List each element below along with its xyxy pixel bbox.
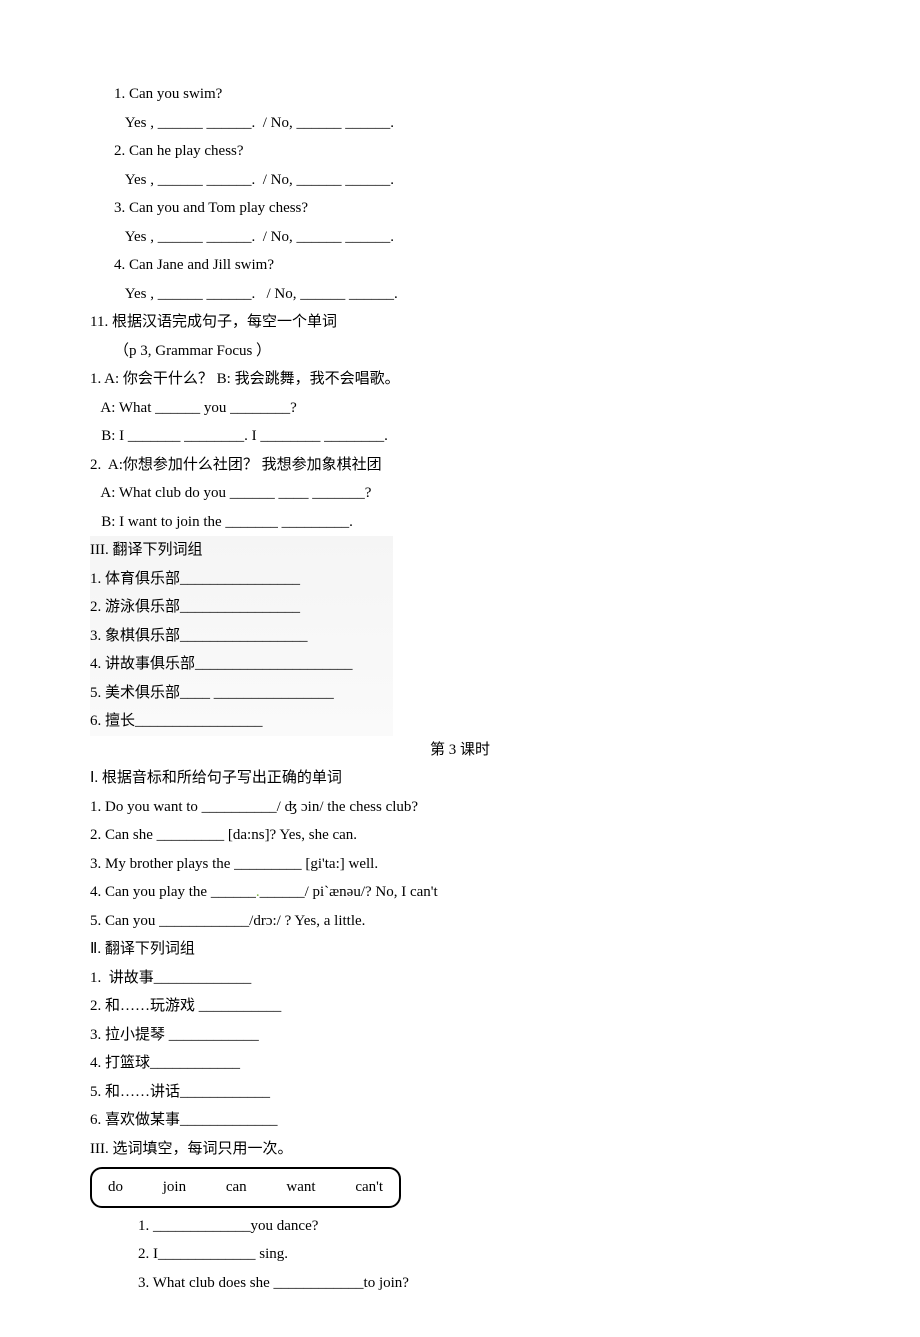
word-do: do bbox=[108, 1179, 123, 1195]
sec3-i6: 6. 擅长_________________ bbox=[90, 707, 353, 736]
q-swim: 1. Can you swim? bbox=[114, 80, 830, 109]
p2s2-i4: 4. 打篮球____________ bbox=[90, 1049, 830, 1078]
sec11-q1a: A: What ______ you ________? bbox=[90, 394, 830, 423]
p2s3-title: III. 选词填空，每词只用一次。 bbox=[90, 1135, 830, 1164]
word-join: join bbox=[163, 1179, 186, 1195]
p2s1-title: Ⅰ. 根据音标和所给句子写出正确的单词 bbox=[90, 764, 830, 793]
sec3-i4: 4. 讲故事俱乐部_____________________ bbox=[90, 650, 353, 679]
sec3-i5: 5. 美术俱乐部____ ________________ bbox=[90, 679, 353, 708]
p2s1-q4: 4. Can you play the ______.______/ pi`æn… bbox=[90, 878, 830, 907]
p2s1-q2: 2. Can she _________ [da:ns]? Yes, she c… bbox=[90, 821, 830, 850]
q-tom-chess-ans: Yes , ______ ______. / No, ______ ______… bbox=[114, 223, 830, 252]
p2s2-i5: 5. 和……讲话____________ bbox=[90, 1078, 830, 1107]
q-jane-swim: 4. Can Jane and Jill swim? bbox=[114, 251, 830, 280]
p2s3-q2: 2. I_____________ sing. bbox=[138, 1240, 830, 1269]
p2s2-i1: 1. 讲故事_____________ bbox=[90, 964, 830, 993]
word-can: can bbox=[226, 1179, 247, 1195]
sec11-q1: 1. A: 你会干什么？ B: 我会跳舞，我不会唱歌。 bbox=[90, 365, 830, 394]
p2s3-q3: 3. What club does she ____________to joi… bbox=[138, 1269, 830, 1298]
p2s1-q1: 1. Do you want to __________/ ʤ ɔin/ the… bbox=[90, 793, 830, 822]
p2s2-i6: 6. 喜欢做某事_____________ bbox=[90, 1106, 830, 1135]
q-chess-ans: Yes , ______ ______. / No, ______ ______… bbox=[114, 166, 830, 195]
q-jane-swim-ans: Yes , ______ ______. / No, ______ ______… bbox=[114, 280, 830, 309]
p2s3-q1: 1. _____________you dance? bbox=[138, 1212, 830, 1241]
q-tom-chess: 3. Can you and Tom play chess? bbox=[114, 194, 830, 223]
sec3-i1: 1. 体育俱乐部________________ bbox=[90, 565, 353, 594]
p2s2-i2: 2. 和……玩游戏 ___________ bbox=[90, 992, 830, 1021]
q-chess: 2. Can he play chess? bbox=[114, 137, 830, 166]
p2s2-i3: 3. 拉小提琴 ____________ bbox=[90, 1021, 830, 1050]
sec11-q2b: B: I want to join the _______ _________. bbox=[90, 508, 830, 537]
sec3-i2: 2. 游泳俱乐部________________ bbox=[90, 593, 353, 622]
q-swim-ans: Yes , ______ ______. / No, ______ ______… bbox=[114, 109, 830, 138]
p2s1-q5: 5. Can you ____________/drɔ:/ ? Yes, a l… bbox=[90, 907, 830, 936]
sec11-title: 11. 根据汉语完成句子，每空一个单词 bbox=[90, 308, 830, 337]
sec3-title: III. 翻译下列词组 bbox=[90, 536, 353, 565]
lesson3-heading: 第 3 课时 bbox=[90, 736, 830, 765]
sec11-sub: （p 3, Grammar Focus ） bbox=[114, 337, 830, 366]
p2s1-q3: 3. My brother plays the _________ [gi'ta… bbox=[90, 850, 830, 879]
sec3-i3: 3. 象棋俱乐部_________________ bbox=[90, 622, 353, 651]
sec11-q2a: A: What club do you ______ ____ _______? bbox=[90, 479, 830, 508]
sec11-q2: 2. A:你想参加什么社团？ 我想参加象棋社团 bbox=[90, 451, 830, 480]
word-want: want bbox=[286, 1179, 315, 1195]
p2s2-title: Ⅱ. 翻译下列词组 bbox=[90, 935, 830, 964]
sec11-q1b: B: I _______ ________. I ________ ______… bbox=[90, 422, 830, 451]
word-cant: can't bbox=[355, 1179, 383, 1195]
word-bank: do join can want can't bbox=[90, 1167, 401, 1208]
